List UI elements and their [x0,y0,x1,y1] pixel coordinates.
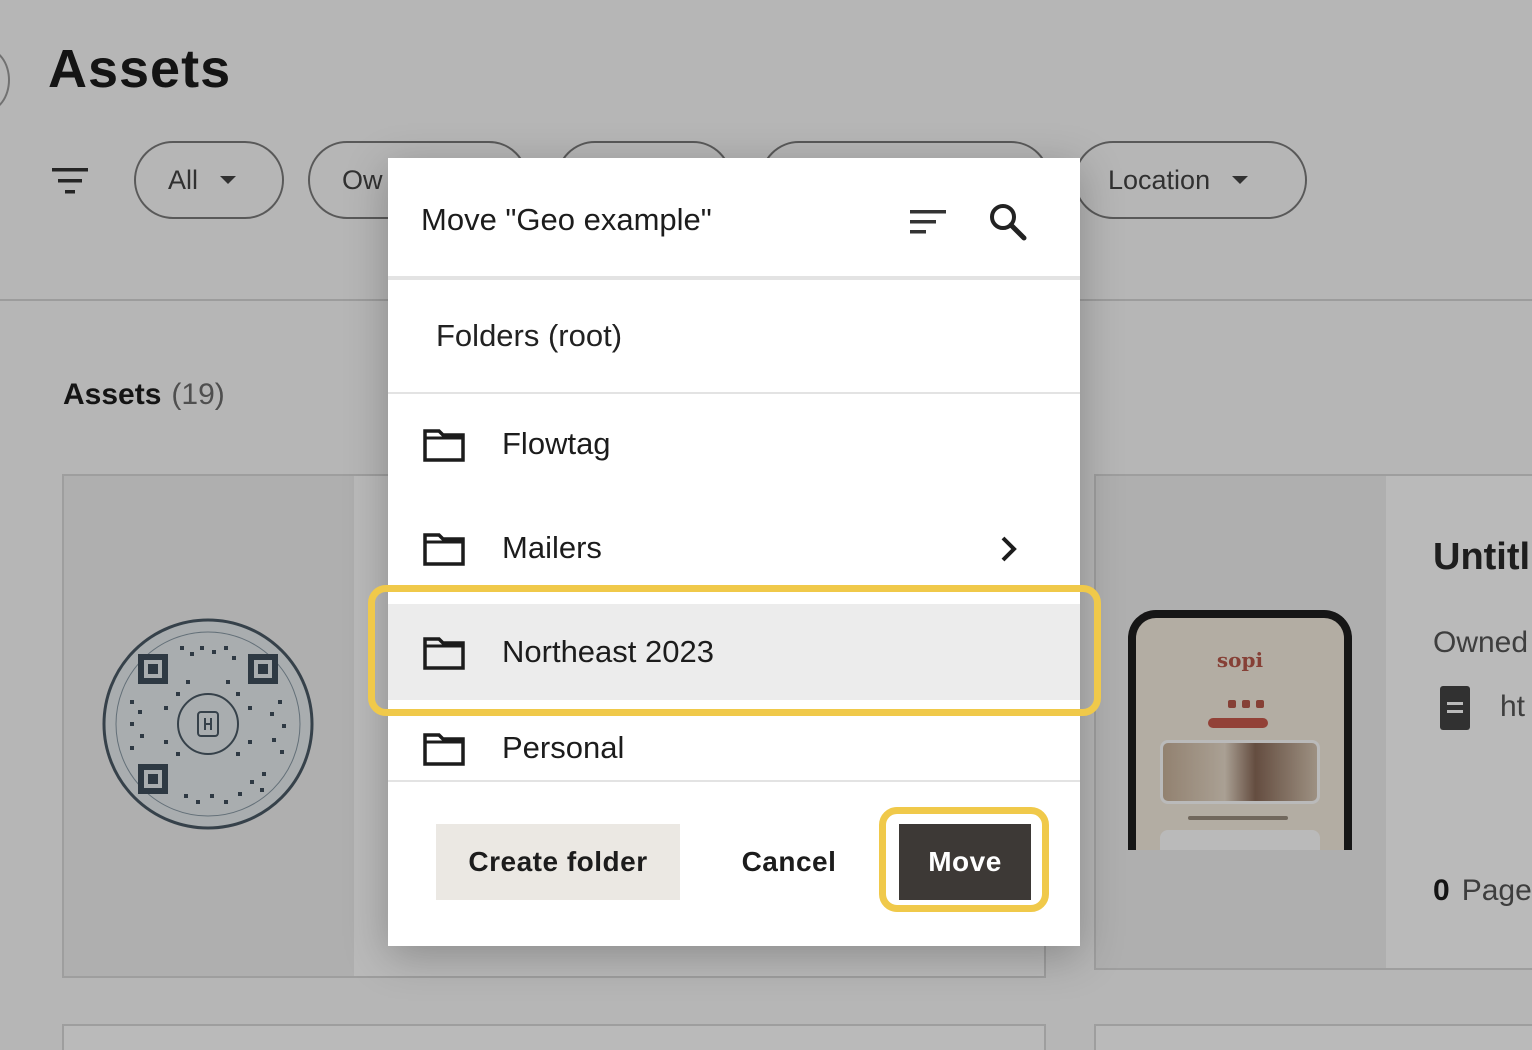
dialog-header: Move "Geo example" [388,158,1080,280]
folder-label: Northeast 2023 [502,634,714,669]
folder-list[interactable]: Flowtag Mailers Northeast 2023 Personal [388,396,1080,780]
folder-label: Flowtag [502,426,611,461]
move-dialog: Move "Geo example" Folders (root) Flowta… [388,158,1080,946]
sort-icon[interactable] [906,204,950,240]
dialog-title: Move "Geo example" [421,202,712,237]
create-folder-button[interactable]: Create folder [436,824,680,900]
folders-root-breadcrumb[interactable]: Folders (root) [388,284,1080,394]
folder-item-flowtag[interactable]: Flowtag [388,396,1080,492]
search-icon[interactable] [986,200,1030,244]
folder-item-personal[interactable]: Personal [388,700,1080,780]
folder-label: Mailers [502,530,602,565]
chevron-right-icon[interactable] [994,534,1022,564]
folder-icon [423,429,465,462]
folder-label: Personal [502,730,625,765]
folder-icon [423,533,465,566]
folder-item-mailers[interactable]: Mailers [388,500,1080,596]
dialog-footer: Create folder Cancel Move [388,780,1080,946]
folder-icon [423,733,465,766]
move-button[interactable]: Move [899,824,1031,900]
cancel-button[interactable]: Cancel [718,824,860,900]
folder-icon [423,637,465,670]
folder-item-northeast-2023[interactable]: Northeast 2023 [388,604,1080,700]
root-label: Folders (root) [436,318,623,353]
